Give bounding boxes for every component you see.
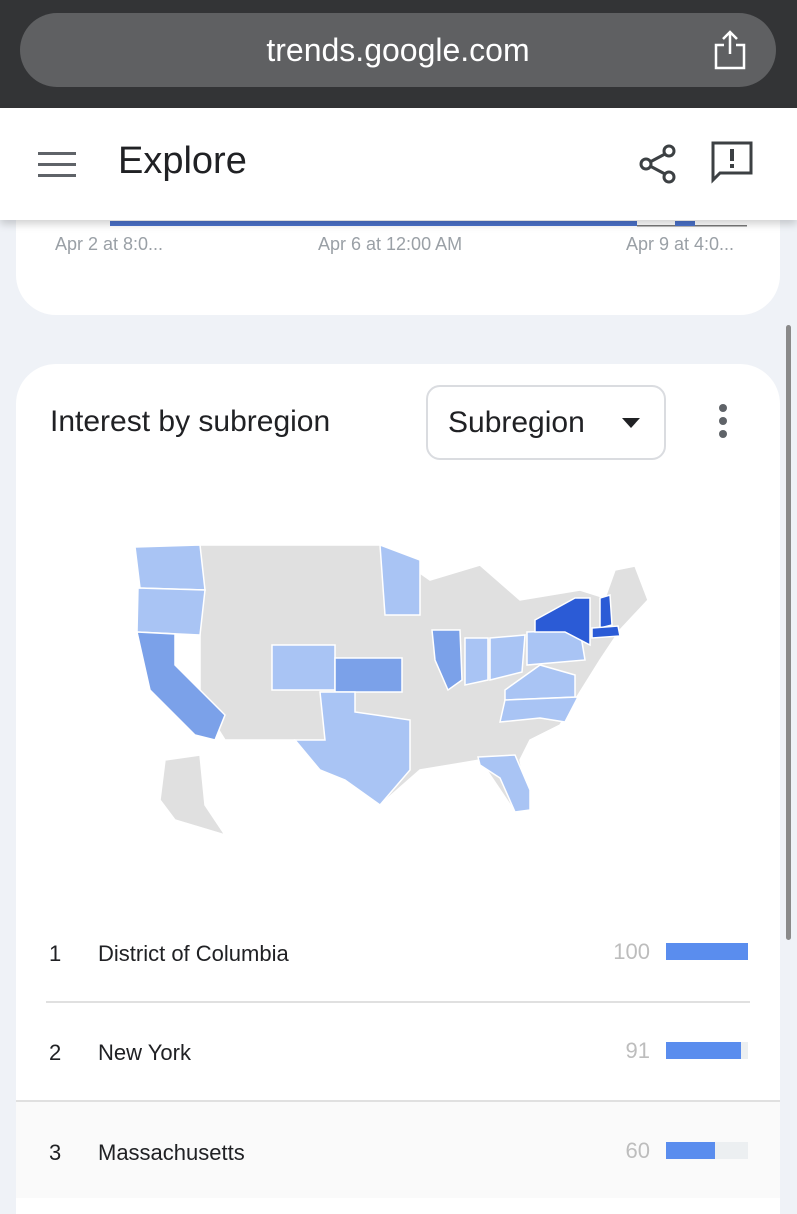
state-north-carolina [499, 696, 580, 723]
state-massachusetts [591, 625, 621, 639]
rank: 1 [49, 941, 62, 966]
hamburger-icon[interactable] [38, 152, 76, 178]
region-name: District of Columbia [98, 941, 289, 966]
state-kansas [334, 657, 403, 693]
state-florida [477, 754, 531, 813]
state-washington [134, 544, 206, 591]
region-name: Massachusetts [98, 1140, 245, 1165]
table-row[interactable]: 2 New York 91 [16, 1002, 780, 1100]
value: 91 [625, 1038, 650, 1063]
value: 100 [613, 939, 650, 964]
state-oregon [136, 587, 206, 636]
state-colorado [271, 644, 336, 691]
scrollbar[interactable] [786, 325, 791, 940]
state-new-hampshire [599, 594, 613, 629]
table-row[interactable]: 3 Massachusetts 60 [16, 1100, 780, 1198]
region-name: New York [98, 1040, 191, 1065]
share-icon[interactable] [638, 143, 678, 185]
page-title: Explore [118, 140, 247, 182]
value-bar [666, 1042, 748, 1059]
state-indiana [464, 637, 489, 686]
rank: 2 [49, 1040, 62, 1065]
rank: 3 [49, 1140, 62, 1165]
state-ohio [489, 634, 526, 681]
feedback-icon[interactable] [710, 140, 754, 184]
state-minnesota [379, 543, 421, 616]
value: 60 [625, 1138, 650, 1163]
value-bar [666, 943, 748, 960]
table-row[interactable]: 1 District of Columbia 100 [16, 903, 780, 1001]
value-bar [666, 1142, 748, 1159]
